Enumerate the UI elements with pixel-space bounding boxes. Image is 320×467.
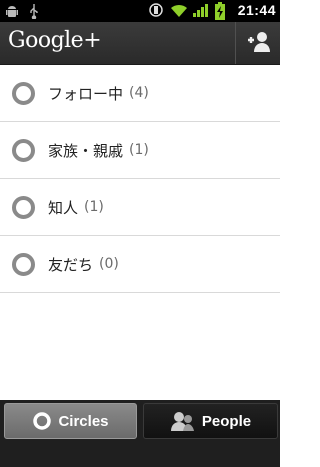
tab-people-label: People — [201, 412, 252, 430]
status-bar: 21:44 — [0, 0, 280, 22]
android-debug-icon — [4, 3, 20, 19]
screen-rotation-icon — [148, 2, 164, 18]
list-item[interactable]: 知人 (1) — [0, 179, 280, 236]
people-icon — [170, 410, 196, 432]
battery-charging-icon — [214, 2, 230, 20]
circle-name: 知人 — [48, 198, 79, 217]
circle-icon — [12, 195, 35, 219]
tab-people[interactable]: People — [143, 403, 278, 439]
tab-circles-label: Circles — [58, 412, 109, 430]
wifi-icon — [170, 2, 187, 18]
circle-count: (1) — [84, 199, 104, 215]
circle-count: (0) — [99, 256, 119, 272]
circle-name: フォロー中 — [48, 84, 124, 103]
add-person-button[interactable] — [235, 22, 280, 64]
list-item[interactable]: 友だち (0) — [0, 236, 280, 293]
circle-count: (4) — [129, 85, 149, 101]
usb-icon — [26, 3, 42, 20]
circles-list: フォロー中 (4) 家族・親戚 (1) 知人 (1) 友だち (0) — [0, 65, 280, 293]
circle-count: (1) — [129, 142, 149, 158]
circle-name: 友だち — [48, 255, 94, 274]
add-person-icon — [245, 29, 271, 57]
list-item[interactable]: フォロー中 (4) — [0, 65, 280, 122]
app-logo[interactable]: Google+ — [8, 28, 102, 53]
action-bar: Google+ — [0, 22, 280, 65]
list-item[interactable]: 家族・親戚 (1) — [0, 122, 280, 179]
bottom-tab-bar: Circles People — [0, 400, 280, 467]
circle-icon — [12, 81, 35, 105]
clock: 21:44 — [237, 2, 276, 18]
signal-icon — [192, 2, 208, 18]
circle-name: 家族・親戚 — [48, 141, 124, 160]
circles-icon — [32, 411, 52, 431]
tab-circles[interactable]: Circles — [4, 403, 137, 439]
circle-icon — [12, 252, 35, 276]
circle-icon — [12, 138, 35, 162]
